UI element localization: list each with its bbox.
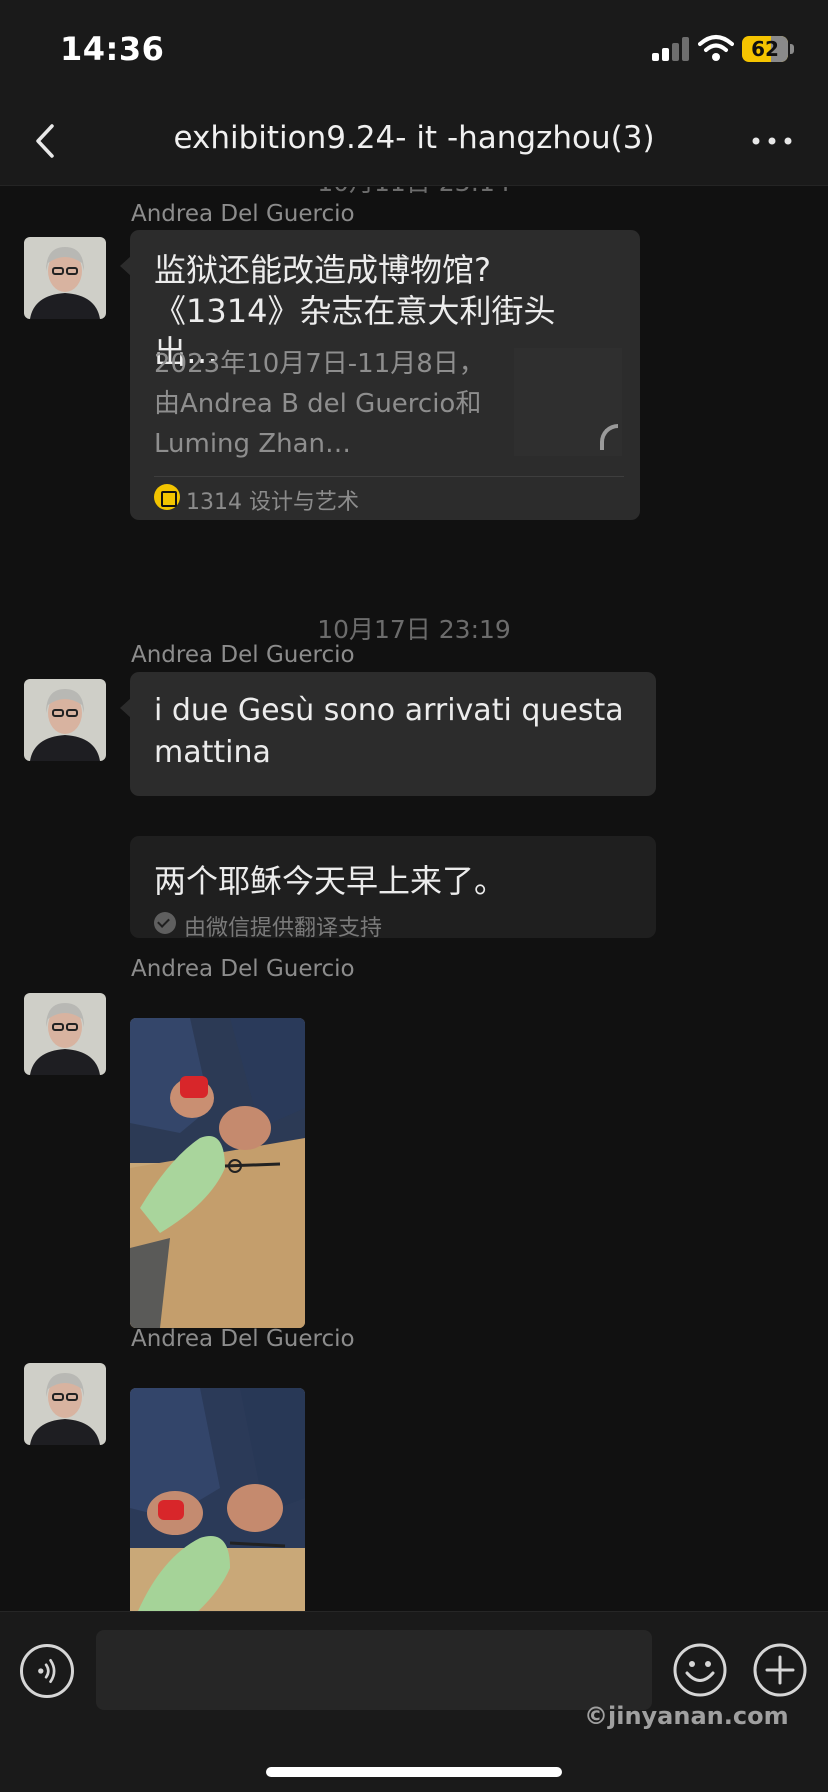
- message-list[interactable]: 10月11日 23:14 Andrea Del Guercio 监狱还能改造成博…: [0, 187, 828, 1611]
- status-time: 14:36: [60, 30, 165, 68]
- timestamp: 10月17日 23:19: [317, 615, 511, 644]
- avatar-photo: [24, 993, 106, 1075]
- cellular-signal-icon: [652, 37, 692, 61]
- home-indicator[interactable]: [266, 1767, 562, 1777]
- avatar[interactable]: [24, 1363, 106, 1445]
- avatar[interactable]: [24, 237, 106, 319]
- avatar[interactable]: [24, 993, 106, 1075]
- link-card-description: 2023年10月7日-11月8日，由Andrea B del Guercio和L…: [154, 349, 485, 459]
- avatar[interactable]: [24, 679, 106, 761]
- wifi-icon: [698, 35, 734, 61]
- source-logo-icon: [154, 484, 180, 510]
- bubble-tail: [120, 698, 131, 718]
- chat-screen: 14:36 62 exhibition9.24- it -hangzhou(3): [0, 0, 828, 1792]
- image-message[interactable]: [130, 1018, 305, 1328]
- sender-name: Andrea Del Guercio: [131, 956, 355, 982]
- translation-text: 两个耶稣今天早上来了。: [154, 862, 507, 900]
- sender-name: Andrea Del Guercio: [131, 201, 355, 227]
- photo-hands-wrapping-statue: [130, 1388, 305, 1611]
- loading-arc-icon: [600, 424, 618, 450]
- battery-icon: 62: [742, 36, 788, 62]
- ellipsis-icon[interactable]: [750, 132, 794, 150]
- sender-name: Andrea Del Guercio: [131, 642, 355, 668]
- photo-hands-wrapping-statue: [130, 1018, 305, 1328]
- translation-credit: 由微信提供翻译支持: [184, 916, 383, 941]
- check-circle-icon: [154, 912, 176, 934]
- sender-name: Andrea Del Guercio: [131, 1326, 355, 1352]
- battery-level: 62: [751, 37, 779, 61]
- avatar-photo: [24, 1363, 106, 1445]
- nav-bar: exhibition9.24- it -hangzhou(3): [0, 96, 828, 186]
- link-card-message[interactable]: 监狱还能改造成博物馆?《1314》杂志在意大利街头出… 2023年10月7日-1…: [120, 230, 640, 520]
- chevron-left-icon[interactable]: [28, 118, 64, 164]
- bubble-tail: [120, 256, 131, 276]
- chat-title: exhibition9.24- it -hangzhou(3): [173, 120, 655, 156]
- timestamp: 10月11日 23:14: [0, 187, 828, 199]
- link-card-source: 1314 设计与艺术: [186, 490, 359, 515]
- card-divider: [154, 476, 624, 477]
- avatar-photo: [24, 237, 106, 319]
- watermark: ©jinyanan.com: [584, 1702, 789, 1730]
- status-bar: 14:36 62: [0, 0, 828, 96]
- plus-icon[interactable]: [752, 1642, 808, 1698]
- message-text: i due Gesù sono arrivati questa mattina: [154, 693, 624, 770]
- text-message[interactable]: i due Gesù sono arrivati questa mattina: [120, 672, 656, 796]
- link-card-thumbnail: [514, 348, 622, 456]
- avatar-photo: [24, 679, 106, 761]
- input-bar: ©jinyanan.com: [0, 1611, 828, 1792]
- voice-icon[interactable]: [20, 1644, 74, 1698]
- translation-panel[interactable]: 两个耶稣今天早上来了。 由微信提供翻译支持: [130, 836, 656, 941]
- message-input[interactable]: [96, 1630, 652, 1710]
- image-message[interactable]: [130, 1388, 305, 1611]
- emoji-icon[interactable]: [672, 1642, 728, 1698]
- battery-nub: [790, 44, 794, 54]
